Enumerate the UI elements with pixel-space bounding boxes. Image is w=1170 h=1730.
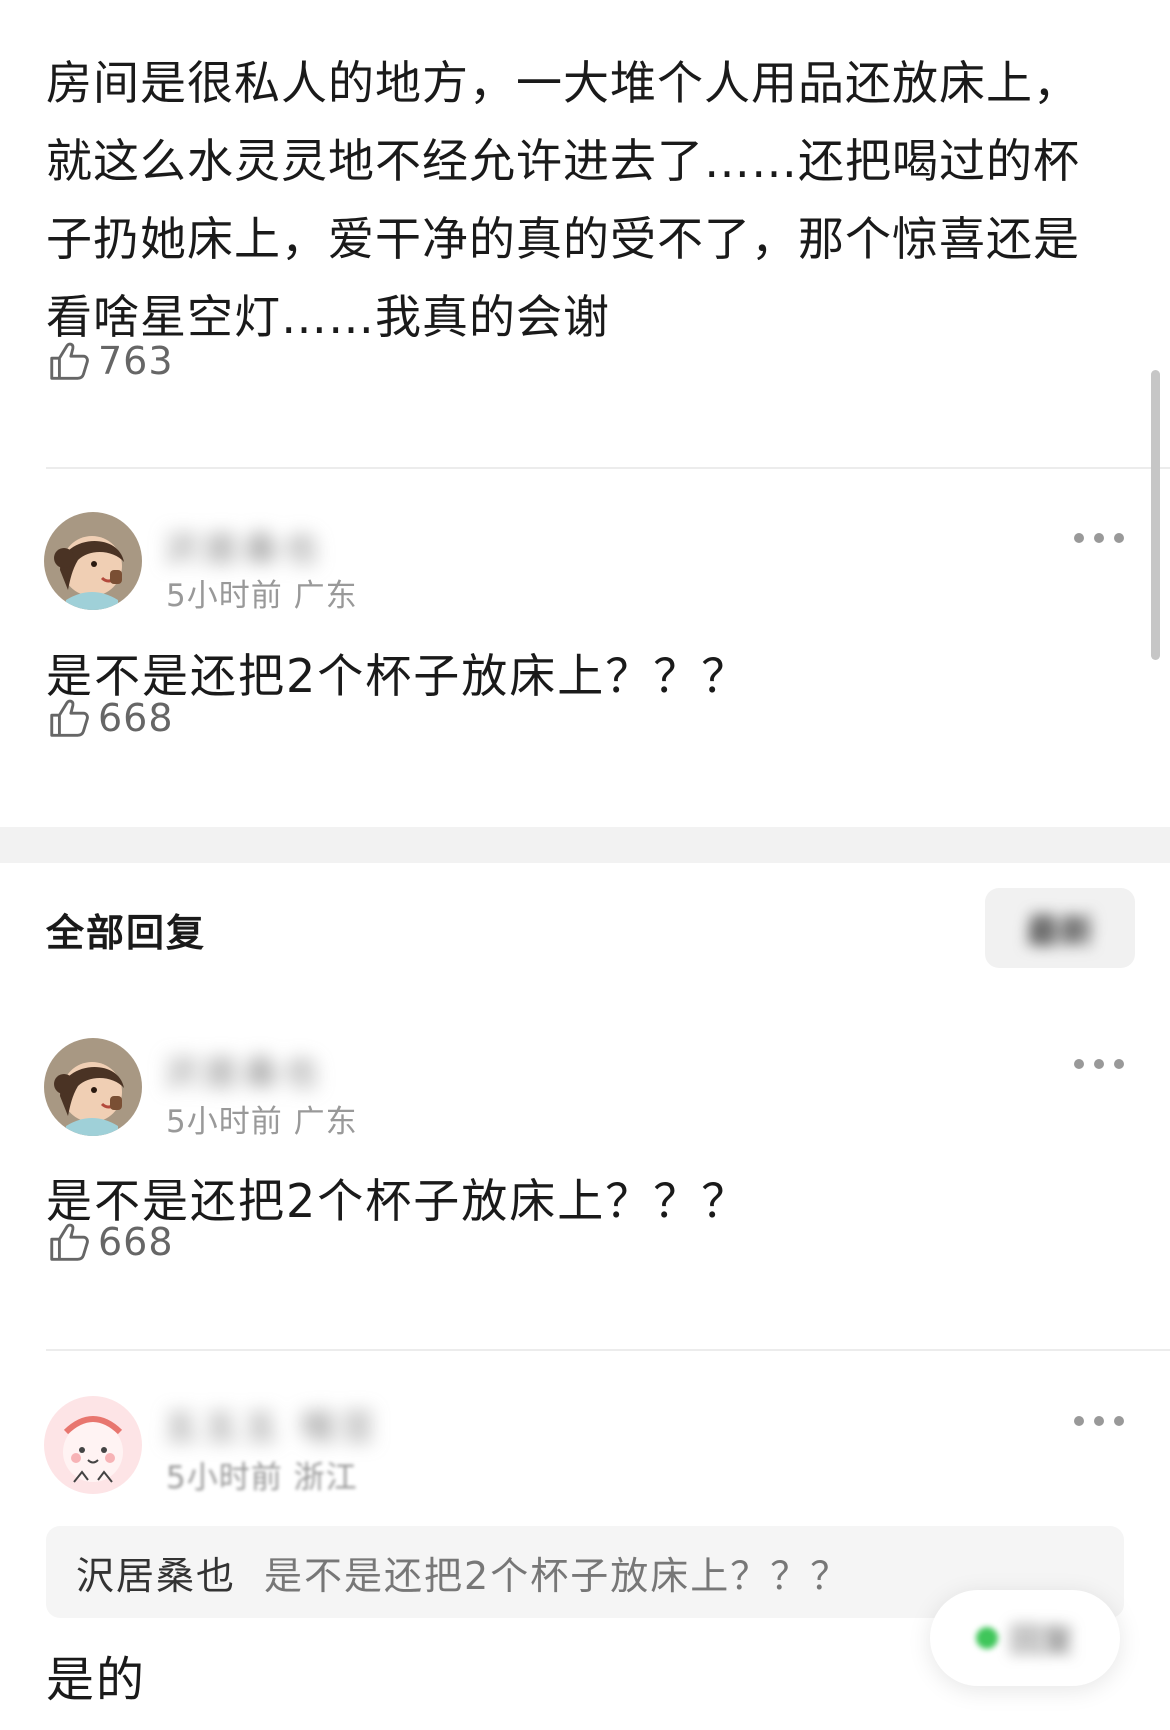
avatar-girl: [44, 512, 142, 610]
comment-meta: 5小时前 广东: [166, 578, 358, 614]
avatar[interactable]: [44, 1038, 142, 1136]
divider: [46, 467, 1170, 469]
comment-like-button[interactable]: 668: [46, 1214, 174, 1270]
avatar[interactable]: [44, 1396, 142, 1494]
more-dot: [1114, 1059, 1124, 1069]
like-count: 668: [98, 1220, 174, 1264]
comment-like-button[interactable]: 668: [46, 690, 174, 746]
more-dot: [1114, 533, 1124, 543]
more-dot: [1094, 1416, 1104, 1426]
more-dot: [1094, 533, 1104, 543]
username[interactable]: 沢居桑也: [164, 1046, 324, 1095]
top-comment-line: 就这么水灵灵地不经允许进去了……还把喝过的杯: [46, 134, 1080, 188]
username[interactable]: 五五五 哦豆: [164, 1400, 381, 1449]
top-comment-line: 房间是很私人的地方，一大堆个人用品还放床上，: [46, 56, 1080, 110]
more-dots-icon: [1074, 1059, 1084, 1069]
floating-button-label: 回复: [1009, 1621, 1074, 1659]
scrollbar[interactable]: [1151, 370, 1160, 660]
more-dot: [1114, 1416, 1124, 1426]
floating-reply-button[interactable]: 回复: [930, 1590, 1120, 1686]
more-options-button[interactable]: [1074, 1057, 1124, 1071]
more-dot: [1094, 1059, 1104, 1069]
sort-button[interactable]: 最新: [985, 888, 1135, 968]
sort-label: 最新: [1026, 911, 1094, 952]
top-comment-like-button[interactable]: 763: [46, 333, 174, 389]
more-options-button[interactable]: [1074, 531, 1124, 545]
top-comment-line: 子扔她床上，爱干净的真的受不了，那个惊喜还是: [46, 212, 1080, 266]
status-dot-icon: [975, 1627, 998, 1649]
more-dots-icon: [1074, 1416, 1084, 1426]
avatar-girl: [44, 1038, 142, 1136]
comment-thread-page: 房间是很私人的地方，一大堆个人用品还放床上， 就这么水灵灵地不经允许进去了……还…: [0, 0, 1170, 1730]
username[interactable]: 沢居桑也: [164, 522, 324, 571]
comment-meta: 5小时前 浙江: [166, 1460, 358, 1496]
all-replies-title: 全部回复: [46, 911, 207, 955]
more-dots-icon: [1074, 533, 1084, 543]
avatar-cartoon: [44, 1396, 142, 1494]
divider: [46, 1349, 1170, 1351]
avatar[interactable]: [44, 512, 142, 610]
quote-text: 是不是还把2个杯子放床上？？？: [264, 1553, 851, 1598]
comment-meta: 5小时前 广东: [166, 1104, 358, 1140]
comment-text: 是的: [46, 1652, 147, 1708]
section-separator: [0, 827, 1170, 863]
quote-author: 沢居桑也: [76, 1553, 237, 1598]
thumbs-up-icon: [50, 342, 89, 380]
thumbs-up-icon: [50, 699, 89, 737]
top-comment-text: 房间是很私人的地方，一大堆个人用品还放床上， 就这么水灵灵地不经允许进去了……还…: [46, 44, 1136, 356]
thumbs-up-icon: [50, 1223, 89, 1261]
like-count: 668: [98, 696, 174, 740]
more-options-button[interactable]: [1074, 1414, 1124, 1428]
like-count: 763: [98, 339, 174, 383]
top-comment-line: 看啥星空灯……我真的会谢: [46, 290, 610, 344]
